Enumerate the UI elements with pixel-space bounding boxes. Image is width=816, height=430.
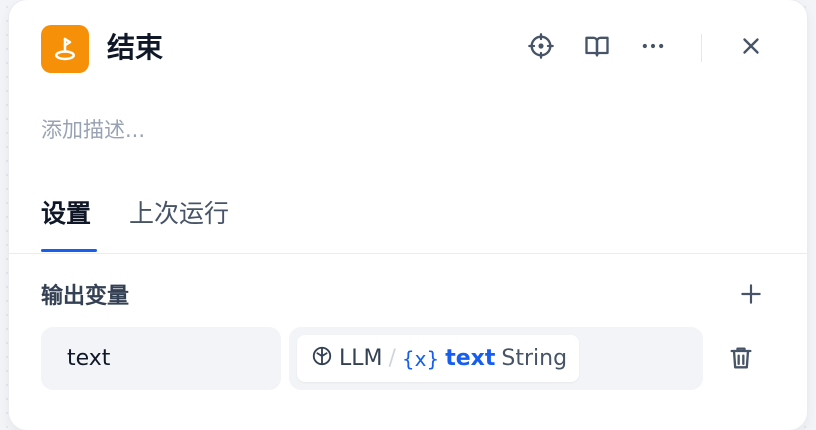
node-title[interactable]: 结束 bbox=[107, 28, 163, 68]
variable-name-input[interactable]: text bbox=[41, 327, 281, 390]
crosshair-button[interactable] bbox=[525, 32, 557, 64]
description-input[interactable]: 添加描述... bbox=[41, 116, 145, 144]
node-panel: 结束 添加描述... 设置 上次运行 输出变量 text LLM / {x} t… bbox=[9, 0, 807, 430]
reference-variable-name: text bbox=[445, 346, 496, 371]
more-button[interactable] bbox=[637, 32, 669, 64]
add-variable-button[interactable] bbox=[735, 280, 767, 312]
variable-reference-selector[interactable]: LLM / {x} text String bbox=[289, 327, 703, 390]
book-icon bbox=[583, 32, 611, 64]
reference-variable-type: String bbox=[501, 346, 568, 371]
docs-button[interactable] bbox=[581, 32, 613, 64]
variable-reference-chip[interactable]: LLM / {x} text String bbox=[297, 335, 580, 382]
llm-node-icon bbox=[311, 345, 333, 373]
active-tab-indicator bbox=[41, 249, 97, 252]
variable-icon: {x} bbox=[401, 346, 440, 371]
reference-separator: / bbox=[388, 346, 396, 371]
plus-icon bbox=[738, 281, 764, 311]
reference-node-name: LLM bbox=[339, 346, 383, 371]
close-button[interactable] bbox=[735, 32, 767, 64]
crosshair-icon bbox=[527, 32, 555, 64]
end-node-icon bbox=[41, 25, 89, 73]
output-variables-title: 输出变量 bbox=[41, 284, 130, 309]
more-icon bbox=[639, 32, 667, 64]
tab-last-run[interactable]: 上次运行 bbox=[129, 196, 229, 232]
trash-icon bbox=[727, 344, 755, 376]
tab-settings[interactable]: 设置 bbox=[41, 196, 91, 232]
header-divider bbox=[701, 34, 702, 62]
tabs-divider bbox=[9, 253, 807, 254]
close-icon bbox=[738, 33, 764, 63]
delete-variable-button[interactable] bbox=[725, 344, 757, 376]
